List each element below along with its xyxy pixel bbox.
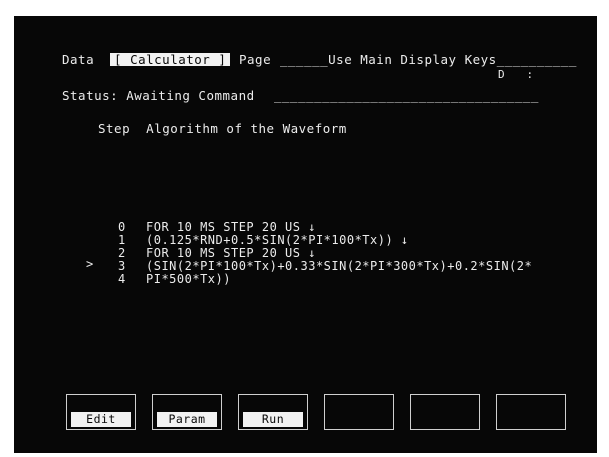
status-text: Status: Awaiting Command <box>62 88 255 103</box>
right-indicator: D : <box>498 68 534 81</box>
data-label: Data <box>62 52 95 67</box>
softkey-5[interactable] <box>410 394 480 430</box>
edit-softkey[interactable]: Edit <box>66 394 136 430</box>
program-line[interactable]: 1 (0.125*RND+0.5*SIN(2*PI*100*Tx)) ↓ <box>118 234 409 247</box>
program-line[interactable]: 4 PI*500*Tx)) <box>118 273 231 286</box>
line-code: (SIN(2*PI*100*Tx)+0.33*SIN(2*PI*300*Tx)+… <box>146 259 533 273</box>
line-code: PI*500*Tx)) <box>146 272 231 286</box>
run-softkey[interactable]: Run <box>238 394 308 430</box>
softkey-4[interactable] <box>324 394 394 430</box>
line-number: 0 <box>118 220 126 234</box>
edit-softkey-label: Edit <box>71 412 131 427</box>
page-label: Page <box>239 52 272 67</box>
program-line[interactable]: 2 FOR 10 MS STEP 20 US ↓ <box>118 247 316 260</box>
line-number: 2 <box>118 246 126 260</box>
step-header: Step <box>98 121 131 136</box>
line-code: (0.125*RND+0.5*SIN(2*PI*100*Tx)) ↓ <box>146 233 409 247</box>
softkey-6[interactable] <box>496 394 566 430</box>
line-number: 3 <box>118 259 126 273</box>
param-softkey[interactable]: Param <box>152 394 222 430</box>
line-code: FOR 10 MS STEP 20 US ↓ <box>146 220 316 234</box>
column-headers: Step Algorithm of the Waveform <box>98 122 347 136</box>
line-number: 4 <box>118 272 126 286</box>
status-underline: _________________________________ <box>274 88 539 103</box>
line-number: 1 <box>118 233 126 247</box>
line-cursor: > <box>86 257 94 271</box>
param-softkey-label: Param <box>157 412 217 427</box>
page-instruction: ______Use Main Display Keys__________ <box>280 52 577 67</box>
program-line[interactable]: 0 FOR 10 MS STEP 20 US ↓ <box>118 221 316 234</box>
data-menu-selector[interactable]: [ Calculator ] <box>110 52 231 67</box>
data-menu-value: Calculator <box>130 52 211 67</box>
line-code: FOR 10 MS STEP 20 US ↓ <box>146 246 316 260</box>
terminal-screen: Data [ Calculator ] Page ______Use Main … <box>14 16 597 453</box>
run-softkey-label: Run <box>243 412 303 427</box>
program-line[interactable]: 3 (SIN(2*PI*100*Tx)+0.33*SIN(2*PI*300*Tx)… <box>118 260 532 273</box>
algorithm-header: Algorithm of the Waveform <box>146 121 347 136</box>
